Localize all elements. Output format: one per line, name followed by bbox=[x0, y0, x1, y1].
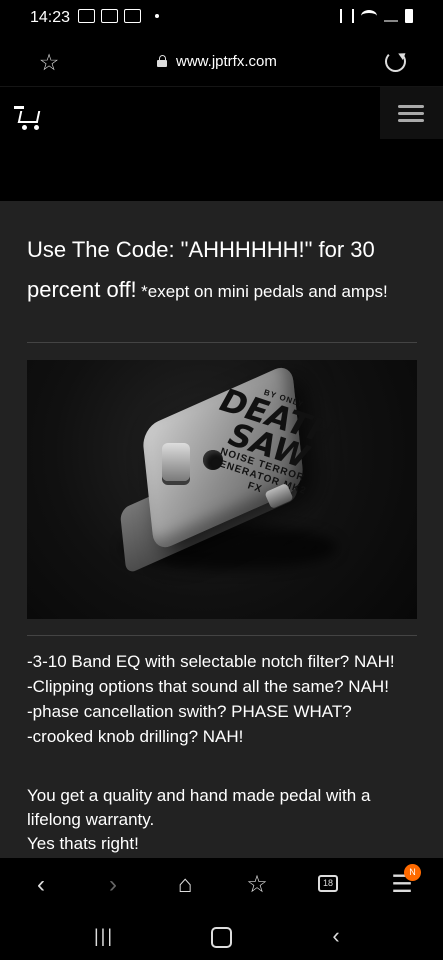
menu-line bbox=[398, 119, 424, 122]
cart-wheel bbox=[34, 125, 39, 130]
bookmark-star-icon[interactable]: ☆ bbox=[37, 50, 61, 74]
cart-handle bbox=[14, 106, 24, 109]
signal-icon bbox=[384, 10, 398, 22]
tabs-count: 18 bbox=[322, 878, 333, 888]
status-left-icons bbox=[78, 9, 159, 23]
product-copy: You get a quality and hand made pedal wi… bbox=[27, 784, 422, 856]
message-icon bbox=[78, 9, 95, 23]
pedal-knob bbox=[203, 450, 223, 470]
main-content: Use The Code: "AHHHHHH!" for 30 percent … bbox=[0, 201, 443, 858]
menu-line bbox=[398, 105, 424, 108]
hamburger-menu-button[interactable] bbox=[380, 87, 443, 139]
reload-icon[interactable] bbox=[385, 51, 406, 72]
feature-item: -crooked knob drilling? NAH! bbox=[27, 727, 244, 746]
wifi-icon bbox=[361, 10, 377, 22]
feature-item: -3-10 Band EQ with selectable notch filt… bbox=[27, 652, 395, 671]
divider bbox=[27, 635, 417, 636]
notification-dot-icon bbox=[155, 14, 159, 18]
system-back-icon[interactable]: ‹ bbox=[324, 925, 348, 947]
feature-item: -Clipping options that sound all the sam… bbox=[27, 677, 389, 696]
recent-apps-icon[interactable]: ||| bbox=[92, 925, 116, 947]
pedal-footswitch bbox=[162, 443, 190, 481]
notification-badge: N bbox=[404, 864, 421, 881]
status-time: 14:23 bbox=[30, 9, 71, 26]
site-header bbox=[0, 86, 443, 202]
hamburger-menu-icon bbox=[398, 105, 424, 122]
mute-icon bbox=[340, 9, 354, 23]
promo-text: Use The Code: "AHHHHHH!" for 30 percent … bbox=[27, 231, 407, 311]
system-navigation-bar: ||| ‹ bbox=[0, 912, 443, 960]
status-right-icons bbox=[340, 9, 413, 23]
status-bar: 14:23 bbox=[0, 0, 443, 36]
back-chevron-icon[interactable]: ‹ bbox=[27, 871, 55, 899]
divider bbox=[27, 342, 417, 343]
feature-list: -3-10 Band EQ with selectable notch filt… bbox=[27, 649, 427, 749]
browser-address-bar: ☆ www.jptrfx.com bbox=[0, 36, 443, 86]
tabs-icon: 18 bbox=[318, 875, 338, 892]
home-icon[interactable]: ⌂ bbox=[171, 871, 199, 899]
system-home-icon[interactable] bbox=[208, 925, 232, 948]
warranty-text: You get a quality and hand made pedal wi… bbox=[27, 786, 371, 829]
url-field[interactable]: www.jptrfx.com bbox=[157, 53, 277, 70]
more-menu-icon[interactable]: ☰ N bbox=[388, 864, 421, 899]
promo-note-text: *exept on mini pedals and amps! bbox=[141, 282, 388, 301]
cast-icon bbox=[124, 9, 141, 23]
cart-basket bbox=[17, 111, 41, 123]
notification-icon bbox=[101, 9, 118, 23]
battery-icon bbox=[405, 9, 413, 23]
cart-wheel bbox=[22, 125, 27, 130]
feature-item: -phase cancellation swith? PHASE WHAT? bbox=[27, 702, 352, 721]
menu-line bbox=[398, 112, 424, 115]
bookmarks-icon[interactable]: ☆ bbox=[243, 871, 271, 899]
tabs-button[interactable]: 18 bbox=[315, 871, 343, 899]
death-saw-pedal-image: BY ONLY DEATH SAW NOISE TERROR GENERATOR… bbox=[27, 360, 417, 619]
forward-chevron-icon[interactable]: › bbox=[99, 871, 127, 899]
confirmation-text: Yes thats right! bbox=[27, 834, 139, 853]
browser-bottom-navigation: ‹ › ⌂ ☆ 18 ☰ N bbox=[0, 858, 443, 912]
pedal-label: BY ONLY DEATH SAW NOISE TERROR GENERATOR… bbox=[198, 375, 345, 499]
url-text: www.jptrfx.com bbox=[176, 53, 277, 70]
cart-icon[interactable] bbox=[14, 106, 42, 130]
lock-icon bbox=[157, 55, 168, 68]
